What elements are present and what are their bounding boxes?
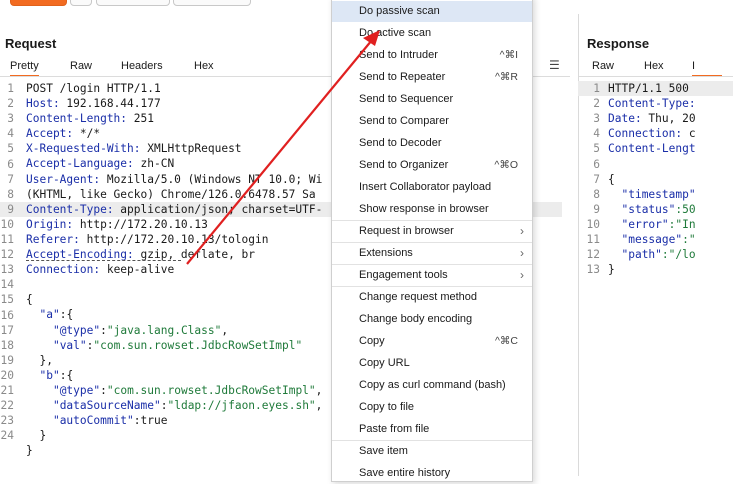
annotation-arrow-head bbox=[363, 30, 380, 46]
annotation-arrow-line bbox=[186, 39, 373, 265]
annotation-arrow bbox=[186, 30, 380, 265]
